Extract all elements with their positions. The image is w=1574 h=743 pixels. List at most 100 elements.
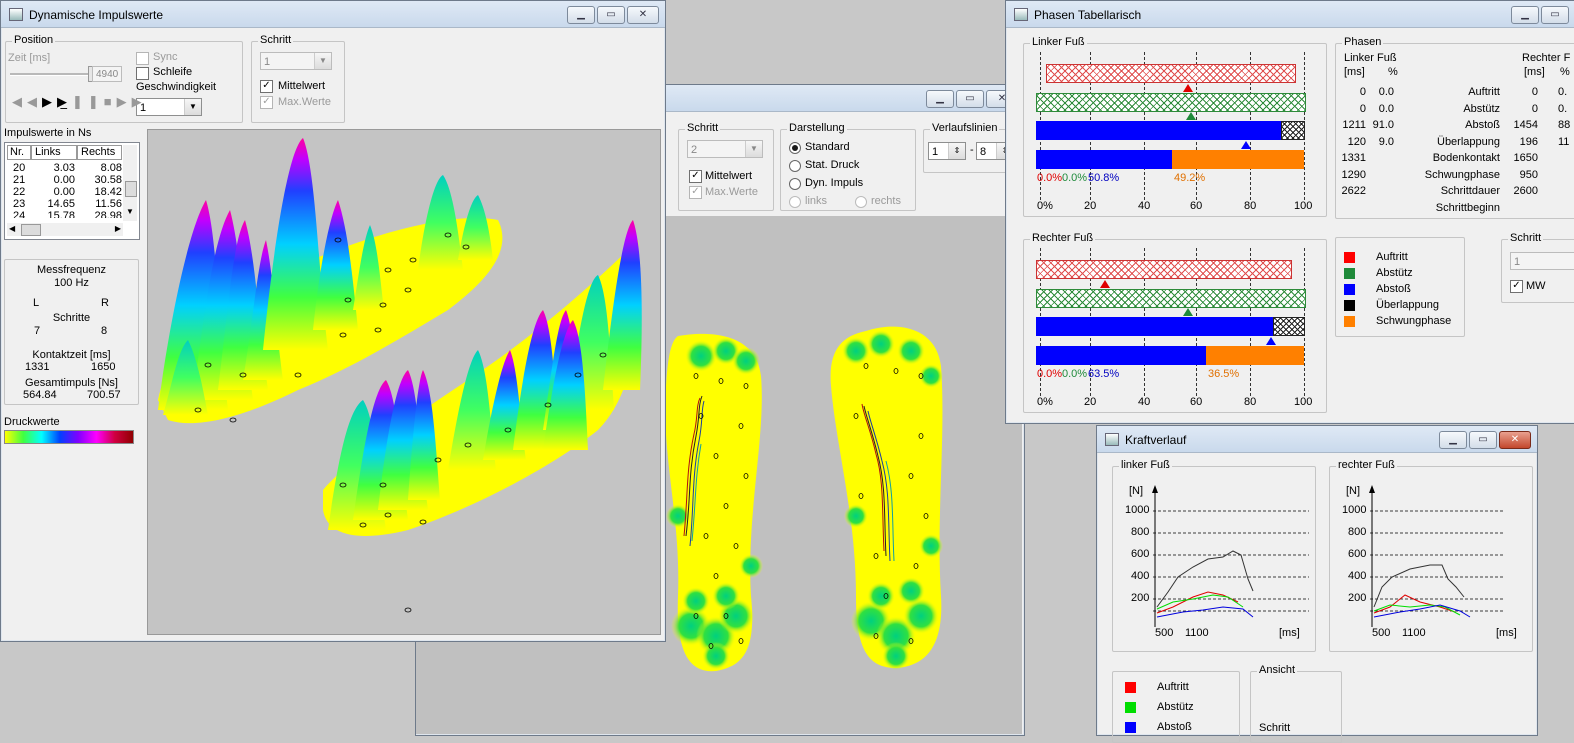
chevron-down-icon[interactable]: ▼: [126, 207, 134, 216]
window-icon: [1014, 8, 1028, 21]
schritt-combo-right[interactable]: 1: [1510, 252, 1574, 270]
kraftverlauf-titlebar: Kraftverlauf ▁ ▭ ✕: [1097, 426, 1537, 453]
rewind-icon[interactable]: ◀◀: [12, 94, 42, 109]
stand-bar-r: [1036, 346, 1206, 365]
phasen-titlebar: Phasen Tabellarisch ▁ ▭: [1006, 1, 1574, 28]
table-vscrollbar[interactable]: ▼: [123, 145, 137, 221]
step-icon[interactable]: ▶̲: [57, 94, 72, 109]
sync-checkbox[interactable]: [136, 52, 149, 65]
schritt-group: Schritt 2 ▼ ✓ Mittelwert ✓ Max.Werte: [678, 122, 774, 211]
ueberlappung-bar-r: [1273, 317, 1305, 336]
chevron-right-icon[interactable]: ▶: [115, 224, 121, 233]
abstoss-marker-r: [1266, 337, 1276, 345]
minimize-button[interactable]: ▁: [926, 90, 954, 108]
schwung-bar-r: [1206, 346, 1304, 365]
zeit-field[interactable]: 4940: [92, 66, 122, 82]
table-row: 1331 Bodenkontakt 1650: [1341, 152, 1538, 164]
play-icon[interactable]: ▶: [42, 94, 57, 109]
radio-links[interactable]: [789, 196, 801, 208]
pressure-color-scale: [4, 430, 134, 444]
legend-swatch-abstoss: [1125, 722, 1136, 733]
mittelwert-checkbox-left[interactable]: ✓: [260, 80, 273, 93]
table-row[interactable]: 24 15.78 28.98: [7, 210, 122, 218]
table-hscrollbar[interactable]: ◀ ▶: [7, 223, 123, 236]
table-row[interactable]: 20 3.03 8.08: [7, 162, 122, 174]
maxwerte-checkbox-left[interactable]: ✓: [260, 96, 273, 109]
schritt-combo[interactable]: 2 ▼: [687, 140, 763, 158]
legend-swatch-abstuetz: [1125, 702, 1136, 713]
close-button[interactable]: ✕: [627, 6, 659, 24]
phasen-legend: Auftritt Abstütz Abstoß Überlappung Schw…: [1335, 237, 1465, 337]
stats-panel: Messfrequenz 100 Hz L R Schritte 7 8 Kon…: [4, 259, 139, 405]
legend-swatch-abstuetz: [1344, 268, 1355, 279]
chevron-down-icon: ▼: [314, 53, 331, 69]
schwung-bar: [1172, 150, 1304, 169]
abstuetz-bar: [1036, 93, 1306, 112]
linker-fuss-force-chart: linker Fuß [N] 1000 800 600 400 200 500 …: [1112, 459, 1316, 652]
forward-icon[interactable]: ▶▶: [117, 94, 147, 109]
schritt-combo-left[interactable]: 1 ▼: [260, 52, 332, 70]
legend-swatch-abstoss: [1344, 284, 1355, 295]
minimize-button[interactable]: ▁: [1511, 6, 1539, 24]
abstuetz-marker: [1186, 112, 1196, 120]
maximize-button[interactable]: ▭: [597, 6, 625, 24]
table-row[interactable]: 21 0.00 30.58: [7, 174, 122, 186]
mittelwert-checkbox[interactable]: ✓: [689, 170, 702, 183]
col-rechts[interactable]: Rechts: [77, 145, 122, 160]
window-icon: [1105, 433, 1119, 446]
legend-swatch-ueberlappung: [1344, 300, 1355, 311]
col-links[interactable]: Links: [31, 145, 77, 160]
table-row: 0 0.0 Abstütz 0 0.: [1359, 102, 1568, 115]
table-row: 1290 Schwungphase 950: [1341, 168, 1538, 181]
table-row[interactable]: 22 0.00 18.42: [7, 186, 122, 198]
impulswerte-table[interactable]: Nr. Links Rechts 20 3.03 8.08 21 0.00 30.58 …: [4, 142, 140, 240]
pause-icon[interactable]: ❚❚: [72, 94, 104, 109]
radio-dyn-impuls[interactable]: [789, 178, 801, 190]
radio-rechts[interactable]: [855, 196, 867, 208]
phasen-table: Phasen Linker Fuß Rechter F [ms] % [ms] …: [1335, 36, 1574, 219]
rechter-fuss-chart: Rechter Fuß 0.0% 0.0% 63.5% 36.5% 0% 20 …: [1023, 232, 1327, 413]
impulse-3d-svg: [158, 138, 642, 613]
auftritt-marker-r: [1100, 280, 1110, 288]
position-group: Position Zeit [ms] 4940 Sync Schleife Ge…: [5, 34, 243, 123]
table-row[interactable]: 23 14.65 11.56: [7, 198, 122, 210]
auftritt-bar-r: [1036, 260, 1292, 279]
legend-swatch-auftritt: [1125, 682, 1136, 693]
auftritt-bar: [1046, 64, 1296, 83]
table-row: 2622 Schrittdauer 2600: [1341, 185, 1538, 197]
window-title: Dynamische Impulswerte: [29, 8, 164, 22]
chevron-down-icon: ▼: [184, 99, 201, 115]
schleife-checkbox[interactable]: [136, 67, 149, 80]
table-body: 20 3.03 8.08 21 0.00 30.58 22 0.00 18.42 23 14.…: [7, 162, 122, 218]
table-row: 1211 91.0 Abstoß 1454 88: [1342, 119, 1571, 131]
col-nr[interactable]: Nr.: [7, 145, 31, 160]
time-slider-track[interactable]: [10, 73, 92, 76]
table-row: 120 9.0 Überlappung 196 11: [1347, 135, 1570, 148]
linker-fuss-chart: Linker Fuß 0.0% 0.0% 50.8% 49.2% 0% 20 4…: [1023, 36, 1327, 217]
spin-icon: ⇕: [948, 143, 965, 159]
minimize-button[interactable]: ▁: [1439, 431, 1467, 449]
schritt-group-right: Schritt 1 ✓ MW: [1501, 232, 1574, 303]
impulswerte-window: Dynamische Impulswerte ▁ ▭ ✕ Position Ze…: [0, 0, 666, 642]
close-button[interactable]: ✕: [1499, 431, 1531, 449]
phasen-rows: 0 0.0 Auftritt 0 0. 0 0.0 Abstütz 0 0. 1211 91.0 A…: [1336, 86, 1574, 218]
impulswerte-label: Impulswerte in Ns: [4, 127, 92, 139]
minimize-button[interactable]: ▁: [567, 6, 595, 24]
radio-standard[interactable]: [789, 142, 801, 154]
auftritt-marker: [1183, 84, 1193, 92]
schritt-group-left: Schritt 1 ▼ ✓ Mittelwert ✓ Max.Werte: [251, 34, 345, 123]
stop-icon[interactable]: ■: [104, 94, 117, 109]
druckwerte-label: Druckwerte: [4, 416, 60, 428]
maxwerte-checkbox[interactable]: ✓: [689, 186, 702, 199]
window-title: Phasen Tabellarisch: [1034, 8, 1142, 22]
maximize-button[interactable]: ▭: [956, 90, 984, 108]
mw-checkbox[interactable]: ✓: [1510, 280, 1523, 293]
maximize-button[interactable]: ▭: [1469, 431, 1497, 449]
maximize-button[interactable]: ▭: [1541, 6, 1569, 24]
legend-swatch-auftritt: [1344, 252, 1355, 263]
impulse-3d-plot[interactable]: [147, 129, 661, 635]
ansicht-group: Ansicht Schritt: [1250, 664, 1342, 743]
chevron-left-icon[interactable]: ◀: [9, 224, 15, 233]
radio-stat-druck[interactable]: [789, 160, 801, 172]
verlauf-from-spinner[interactable]: 1 ⇕: [928, 142, 966, 160]
